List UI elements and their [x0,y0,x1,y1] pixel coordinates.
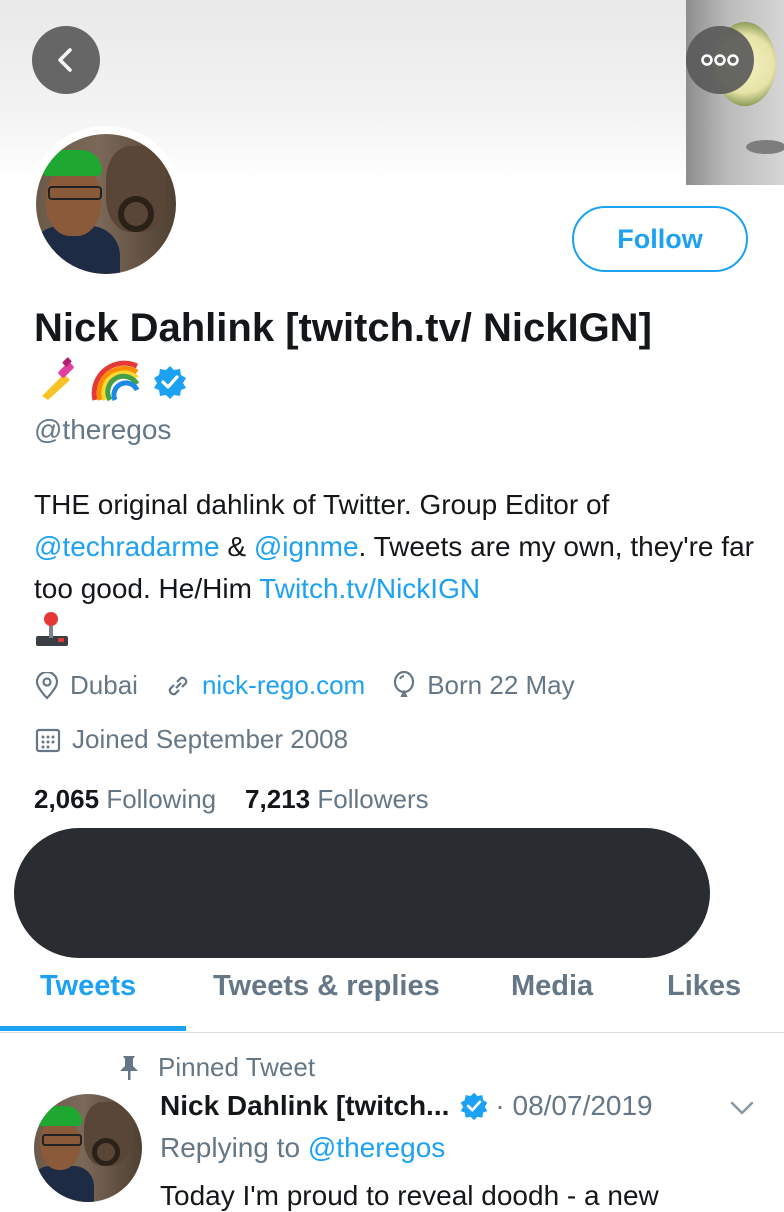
active-tab-indicator [0,1026,186,1031]
verified-badge-icon [461,1092,488,1121]
back-button[interactable] [32,26,100,94]
location-text: Dubai [70,670,138,700]
profile-bio: THE original dahlink of Twitter. Group E… [34,484,754,660]
profile-name-text: Nick Dahlink [twitch.tv/ NickIGN] [34,306,652,350]
back-arrow-icon [58,48,72,72]
profile-meta-row: Dubai nick-rego.com Born 22 May [34,670,601,701]
bio-mention-ignme[interactable]: @ignme [254,531,359,562]
location-icon [35,671,59,700]
redaction-bar [14,828,710,958]
bio-mention-techradarme[interactable]: @techradarme [34,531,220,562]
bio-twitch-link[interactable]: Twitch.tv/NickIGN [259,573,480,604]
profile-handle: @theregos [34,414,172,445]
follow-button[interactable]: Follow [572,206,748,272]
replying-handle[interactable]: @theregos [308,1132,445,1163]
tweet-avatar[interactable] [34,1094,142,1202]
replying-to: Replying to @theregos [160,1132,445,1164]
followers-stat[interactable]: 7,213 Followers [245,784,429,814]
more-dots-icon [701,54,739,66]
nail-polish-emoji [34,356,80,417]
profile-joined: Joined September 2008 [34,724,348,755]
followers-label: Followers [317,784,429,814]
bio-text: & [219,531,254,562]
joined-text: Joined September 2008 [72,724,349,754]
followers-count: 7,213 [245,784,311,814]
calendar-icon [35,728,61,752]
pin-icon [120,1055,138,1080]
birthday-text: Born 22 May [427,670,575,700]
profile-website[interactable]: nick-rego.com [164,670,365,701]
tweet-date: · 08/07/2019 [495,1090,653,1121]
profile-avatar[interactable] [28,126,184,282]
bio-text: THE original dahlink of Twitter. Group E… [34,489,610,520]
tweet-header: Nick Dahlink [twitch... · 08/07/2019 [160,1090,653,1122]
profile-stats: 2,065 Following 7,213 Followers [34,784,429,815]
following-count: 2,065 [34,784,100,814]
pinned-label: Pinned Tweet [116,1052,315,1083]
following-stat[interactable]: 2,065 Following [34,784,216,814]
tab-media[interactable]: Media [511,970,593,1003]
following-label: Following [106,784,217,814]
replying-prefix: Replying to [160,1132,308,1163]
tab-likes[interactable]: Likes [667,970,741,1003]
chevron-down-icon[interactable] [728,1098,756,1118]
profile-joined-row: Joined September 2008 [34,724,374,755]
tab-tweets-replies[interactable]: Tweets & replies [213,970,440,1003]
more-options-button[interactable] [686,26,754,94]
tweet-text: Today I'm proud to reveal doodh - a new [160,1180,659,1211]
profile-birthday: Born 22 May [391,670,575,701]
profile-name: Nick Dahlink [twitch.tv/ NickIGN] [34,300,654,417]
joystick-emoji [34,610,70,660]
balloon-icon [394,670,415,697]
profile-location: Dubai [34,670,138,701]
rainbow-emoji [91,356,141,417]
profile-tabs: Tweets Tweets & replies Media Likes [0,960,784,1033]
banner-photo [686,0,784,185]
tab-tweets[interactable]: Tweets [40,970,136,1003]
pinned-text: Pinned Tweet [158,1052,316,1082]
tweet-author[interactable]: Nick Dahlink [twitch... [160,1090,449,1122]
link-icon [168,676,188,695]
website-link[interactable]: nick-rego.com [202,670,365,701]
pinned-tweet[interactable]: Pinned Tweet Nick Dahlink [twitch... · 0… [0,1040,784,1211]
verified-badge-icon [152,359,188,415]
